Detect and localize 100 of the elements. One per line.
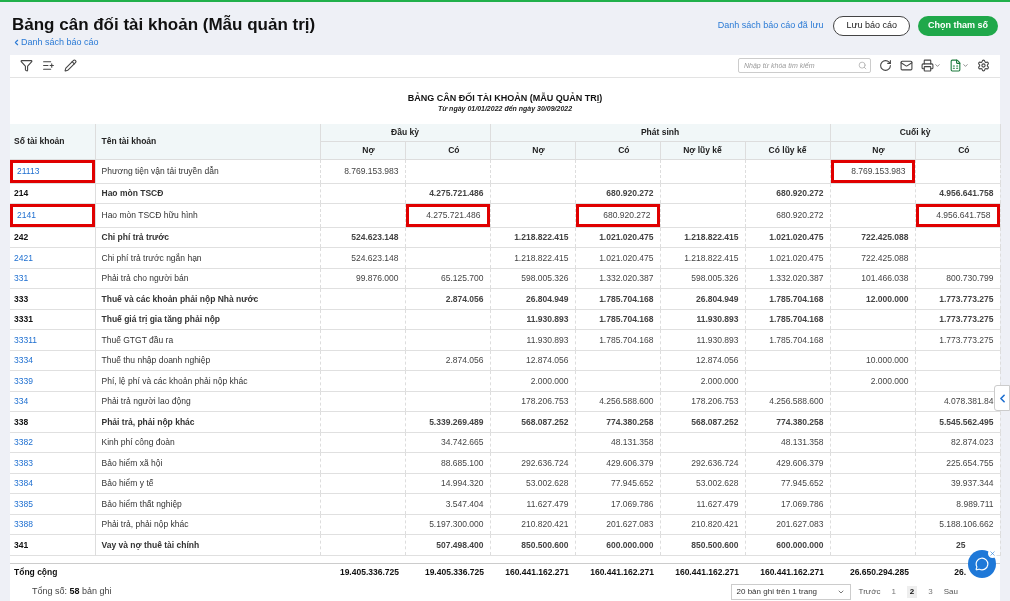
amount-cell-text: 1.785.704.168: [598, 333, 655, 347]
account-name: Bảo hiểm y tế: [100, 477, 155, 490]
amount-cell-text: 600.000.000: [775, 538, 825, 552]
account-name: Chi phí trả trước: [100, 231, 170, 244]
save-report-button[interactable]: Lưu báo cáo: [833, 16, 910, 36]
account-link[interactable]: 331: [10, 272, 95, 285]
amount-cell-text: 1.773.773.275: [938, 292, 995, 306]
back-link[interactable]: Danh sách báo cáo: [12, 36, 316, 50]
amount-cell-text: 850.500.600: [520, 538, 570, 552]
amount-cell-text: 722.425.088: [860, 251, 910, 265]
amount-cell-text: 5.197.300.000: [428, 518, 485, 531]
account-name: Phương tiện vận tải truyền dẫn: [100, 164, 220, 178]
amount-cell-text: 3.547.404: [444, 497, 485, 511]
account-link[interactable]: 2421: [10, 251, 95, 265]
spreadsheet-icon[interactable]: [949, 59, 969, 73]
amount-cell-text: 1.218.822.415: [683, 231, 740, 244]
account-link[interactable]: 3331: [10, 313, 95, 326]
account-name: Phải trả, phải nộp khác: [100, 415, 196, 429]
account-link[interactable]: 33311: [10, 333, 95, 347]
account-link[interactable]: 3388: [10, 518, 95, 531]
amount-cell-text: 1.785.704.168: [598, 313, 655, 326]
next-page-link[interactable]: Sau: [943, 586, 958, 599]
account-link[interactable]: 334: [10, 395, 95, 408]
mail-icon[interactable]: [900, 59, 913, 73]
account-link[interactable]: 21113: [10, 159, 95, 183]
page-size-dropdown[interactable]: 20 bản ghi trên 1 trang: [730, 584, 851, 601]
saved-reports-link[interactable]: Danh sách báo cáo đã lưu: [717, 19, 824, 33]
amount-cell-text: 2.000.000: [529, 374, 570, 388]
amount-cell-text: 774.380.258: [605, 415, 655, 429]
amount-cell-text: 524.623.148: [350, 231, 400, 244]
page-link[interactable]: 3: [925, 586, 936, 599]
add-column-icon[interactable]: [42, 59, 55, 73]
amount-cell-text: 5.339.269.489: [428, 415, 485, 429]
total-amount: 160.441.162.271: [504, 566, 570, 579]
filter-icon[interactable]: [20, 59, 33, 73]
account-link[interactable]: 3385: [10, 497, 95, 511]
amount-cell-text: 568.087.252: [520, 415, 570, 429]
amount-cell-text: 48.131.358: [609, 436, 655, 449]
amount-cell-text: 1.332.020.387: [598, 272, 655, 285]
side-panel-toggle[interactable]: [994, 385, 1010, 411]
column-header: Nợ: [320, 141, 405, 160]
amount-cell-text: 8.769.153.983: [343, 164, 400, 178]
settings-icon[interactable]: [977, 59, 990, 73]
amount-cell-text: 26.804.949: [694, 292, 740, 306]
account-link[interactable]: 214: [10, 186, 95, 200]
amount-cell-text: 210.820.421: [520, 518, 570, 531]
amount-cell-text: 17.069.786: [609, 497, 655, 511]
column-group-header: Cuối kỳ: [830, 124, 1001, 142]
amount-cell-text: 2.000.000: [699, 374, 740, 388]
amount-cell-text: 88.685.100: [439, 456, 485, 470]
page-link[interactable]: 2: [906, 586, 918, 599]
account-name: Phải trả, phải nộp khác: [100, 518, 190, 531]
account-link[interactable]: 333: [10, 292, 95, 306]
account-name: Thuế thu nhập doanh nghiệp: [100, 354, 212, 367]
amount-cell-text: 225.654.755: [945, 456, 995, 470]
amount-cell-text: 800.730.799: [945, 272, 995, 285]
close-icon[interactable]: [988, 549, 997, 558]
amount-cell-text: 12.000.000: [864, 292, 910, 306]
amount-cell-text: 11.627.479: [525, 497, 570, 511]
account-name: Chi phí trả trước ngắn hạn: [100, 251, 203, 265]
account-link[interactable]: 341: [10, 538, 95, 552]
amount-cell-text: 10.000.000: [864, 354, 910, 367]
account-link[interactable]: 3339: [10, 374, 95, 388]
printer-icon[interactable]: [921, 59, 941, 73]
account-link[interactable]: 3383: [10, 456, 95, 470]
account-link[interactable]: 338: [10, 415, 95, 429]
total-label: Tổng cộng: [13, 566, 59, 579]
chat-icon: [975, 557, 989, 571]
amount-cell-text: 101.466.038: [860, 272, 910, 285]
account-link[interactable]: 242: [10, 231, 95, 244]
amount-cell-text: 4.078.381.84: [942, 395, 995, 408]
amount-cell-text: 17.069.786: [779, 497, 825, 511]
amount-cell: 8.769.153.983: [830, 159, 915, 183]
account-name: Vay và nợ thuê tài chính: [100, 538, 201, 552]
amount-cell-text: 1.785.704.168: [598, 292, 655, 306]
amount-cell-text: 568.087.252: [690, 415, 740, 429]
pencil-icon[interactable]: [64, 59, 77, 73]
amount-cell-text: 99.876.000: [354, 272, 400, 285]
previous-page-link[interactable]: Trước: [858, 586, 881, 599]
column-header: Nợ: [830, 141, 915, 160]
amount-cell-text: 1.785.704.168: [768, 313, 825, 326]
amount-cell-text: 1.218.822.415: [513, 251, 570, 265]
account-link[interactable]: 3384: [10, 477, 95, 490]
amount-cell-text: 598.005.326: [690, 272, 740, 285]
amount-cell-text: 600.000.000: [605, 538, 655, 552]
amount-cell-text: 680.920.272: [775, 186, 825, 200]
account-link[interactable]: 3334: [10, 354, 95, 367]
account-link[interactable]: 2141: [10, 204, 95, 227]
back-icon: [12, 38, 21, 48]
column-group-header: Phát sinh: [490, 124, 830, 142]
amount-cell-text: 65.125.700: [439, 272, 485, 285]
amount-cell-text: 429.606.379: [605, 456, 655, 470]
page-link[interactable]: 1: [888, 586, 899, 599]
amount-cell-text: 5.545.562.495: [938, 415, 995, 429]
account-link[interactable]: 3382: [10, 436, 95, 449]
amount-cell-text: 1.785.704.168: [768, 292, 825, 306]
refresh-icon[interactable]: [879, 59, 892, 73]
amount-cell-text: 292.636.724: [520, 456, 570, 470]
amount-cell-text: 722.425.088: [860, 231, 910, 244]
choose-parameters-button[interactable]: Chọn tham số: [918, 16, 998, 36]
